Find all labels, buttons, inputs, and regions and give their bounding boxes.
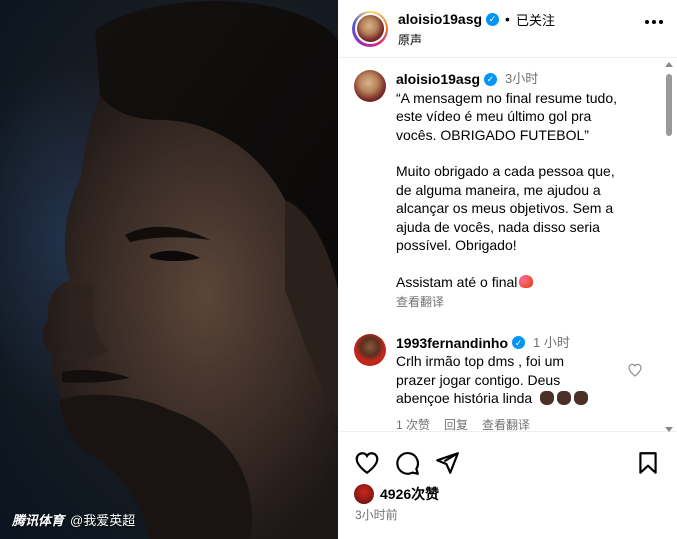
caption-username[interactable]: aloisio19asg <box>396 70 480 89</box>
audio-label[interactable]: 原声 <box>398 31 555 48</box>
praying-hands-emoji-icon <box>574 391 589 405</box>
praying-hands-emoji-icon <box>557 391 572 405</box>
comment-time[interactable]: 1 小时 <box>533 334 570 353</box>
caption-line-last: Assistam até o final <box>396 273 649 292</box>
see-translation-link[interactable]: 查看翻译 <box>482 416 530 432</box>
caption-line: de alguma maneira, me ajudou a <box>396 181 601 198</box>
comment-line-last: abençoe história linda <box>396 389 649 408</box>
caption-line: “A mensagem no final resume tudo, <box>396 89 618 106</box>
verified-icon: ✓ <box>512 336 526 350</box>
comment-likes[interactable]: 1 次赞 <box>396 416 430 432</box>
action-bar <box>354 448 661 478</box>
post-time: 3小时前 <box>355 508 398 522</box>
caption-line: vocês. OBRIGADO FUTEBOL” <box>396 126 589 143</box>
verified-icon: ✓ <box>486 12 500 26</box>
caption-line: Muito obrigado a cada pessoa que, <box>396 163 615 179</box>
player-profile-image <box>42 1 338 539</box>
caption-line: Assistam até o final <box>396 273 518 290</box>
comments-section[interactable]: aloisio19asg ✓ 3小时 “A mensagem no final … <box>338 58 677 432</box>
watermark-brand: 腾讯体育 <box>12 513 65 528</box>
caption-line: ajuda de vocês, nada disso seria <box>396 218 600 235</box>
likes-count[interactable]: 4926次赞 <box>380 484 439 504</box>
author-username[interactable]: aloisio19asg <box>398 11 482 27</box>
header-info: aloisio19asg ✓ • 已关注 原声 <box>398 10 555 48</box>
post-media[interactable]: 腾讯体育 @我爱英超 <box>0 0 338 539</box>
reply-button[interactable]: 回复 <box>444 416 468 432</box>
post-panel: aloisio19asg ✓ • 已关注 原声 aloisio19asg ✓ 3… <box>338 0 677 539</box>
verified-icon: ✓ <box>484 72 498 86</box>
scroll-up-icon[interactable] <box>665 62 673 67</box>
more-icon[interactable] <box>645 20 663 24</box>
commenter-username[interactable]: 1993fernandinho <box>396 334 508 353</box>
post-header: aloisio19asg ✓ • 已关注 原声 <box>338 0 677 58</box>
separator: • <box>505 11 510 27</box>
scrollbar-thumb[interactable] <box>666 74 672 136</box>
bookmark-icon[interactable] <box>635 450 661 476</box>
watermark: 腾讯体育 @我爱英超 <box>12 510 135 529</box>
comment-heart-icon[interactable] <box>627 362 643 378</box>
author-avatar[interactable] <box>354 13 386 44</box>
comment-line: abençoe história linda <box>396 390 533 406</box>
comment-line: Crlh irmão top dms , foi um <box>396 353 565 369</box>
share-icon[interactable] <box>434 450 460 476</box>
commenter-avatar[interactable] <box>354 333 386 366</box>
likes-row[interactable]: 4926次赞 <box>354 484 439 504</box>
comment-icon[interactable] <box>394 450 420 476</box>
story-ring[interactable] <box>352 10 388 47</box>
see-translation-link[interactable]: 查看翻译 <box>396 293 444 312</box>
caption: aloisio19asg ✓ 3小时 “A mensagem no final … <box>338 58 677 312</box>
scrollbar[interactable] <box>665 62 673 432</box>
caption-line: este vídeo é meu último gol pra <box>396 108 592 124</box>
follow-button[interactable]: 已关注 <box>516 10 555 29</box>
caption-line: possível. Obrigado! <box>396 237 517 253</box>
praying-hands-emoji-icon <box>540 391 555 405</box>
comment-line: prazer jogar contigo. Deus <box>396 371 561 388</box>
scroll-down-icon[interactable] <box>665 427 673 432</box>
heart-face-emoji-icon <box>519 274 534 288</box>
caption-avatar[interactable] <box>354 70 386 102</box>
caption-line: alcançar os meus objetivos. Sem a <box>396 200 614 216</box>
liker-avatar <box>354 484 374 504</box>
caption-time[interactable]: 3小时 <box>505 70 538 89</box>
heart-icon[interactable] <box>354 450 380 476</box>
watermark-account: @我爱英超 <box>70 513 136 528</box>
